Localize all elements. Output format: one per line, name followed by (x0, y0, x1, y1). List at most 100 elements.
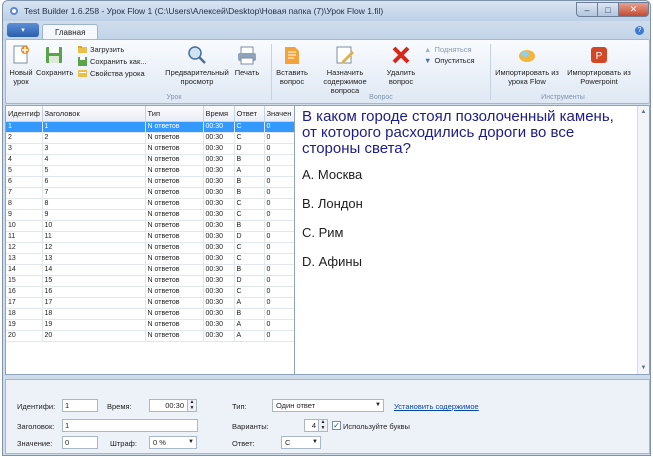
table-cell: N ответов (145, 209, 204, 221)
import-ppt-button[interactable]: P Импортировать из Powerpoint (564, 44, 634, 86)
table-row[interactable]: 14 14 N ответов 00:30 B 0 (6, 264, 294, 276)
table-row[interactable]: 33N ответов 00:30 D 0 (6, 143, 294, 155)
table-row[interactable]: 22N ответов 00:30 C 0 (6, 132, 294, 144)
table-row[interactable]: 44N ответов 00:30 B 0 (6, 154, 294, 166)
table-cell: N ответов (145, 330, 204, 342)
type-label: Тип: (232, 402, 247, 411)
move-down-button[interactable]: ▼ Опуститься (424, 56, 475, 65)
table-cell: 00:30 (203, 220, 235, 232)
help-icon[interactable]: ? (635, 26, 644, 35)
save-as-button[interactable]: Сохранить как... (78, 57, 147, 66)
variants-spinner-icon[interactable]: ▲ ▼ (318, 419, 327, 431)
title-bar[interactable]: Test Builder 1.6.258 - Урок Flow 1 (C:\U… (3, 1, 650, 21)
time-field[interactable]: 00:30 ▲ ▼ (149, 399, 197, 412)
print-button[interactable]: Печать (232, 44, 262, 77)
table-row[interactable]: 99N ответов 00:30 C 0 (6, 209, 294, 221)
column-header[interactable]: Тип (145, 106, 204, 122)
title-field[interactable]: 1 (62, 419, 198, 432)
table-cell: 00:30 (203, 198, 235, 210)
column-header[interactable]: Значен (264, 106, 294, 122)
table-cell: A (234, 319, 265, 331)
table-row[interactable]: 66N ответов 00:30 B 0 (6, 176, 294, 188)
scroll-down-icon[interactable]: ▼ (638, 362, 649, 374)
table-row[interactable]: 13 13 N ответов 00:30 C 0 (6, 253, 294, 265)
penalty-select[interactable]: 0 % ▼ (149, 436, 197, 449)
use-letters-checkbox[interactable]: ✓ (332, 421, 341, 430)
import-flow-button[interactable]: Импортировать из урока Flow (492, 44, 562, 86)
table-cell: 14 (42, 264, 146, 276)
table-row[interactable]: 11N ответов 00:30 C 0 (6, 121, 294, 133)
table-row[interactable]: 19 19 N ответов 00:30 A 0 (6, 319, 294, 331)
close-button[interactable]: ✕ (619, 2, 649, 17)
variants-field[interactable]: 4 ▲ ▼ (304, 419, 328, 432)
delete-question-button[interactable]: Удалить вопрос (384, 44, 418, 86)
value-field[interactable]: 0 (62, 436, 98, 449)
save-label: Сохранить (36, 68, 74, 77)
table-cell: 0 (264, 209, 294, 221)
table-cell: 2 (42, 132, 146, 144)
id-field[interactable]: 1 (62, 399, 98, 412)
table-cell: 00:30 (203, 187, 235, 199)
table-cell: N ответов (145, 264, 204, 276)
table-cell: 1 (42, 121, 146, 133)
answer-select[interactable]: C ▼ (281, 436, 321, 449)
table-cell: A (234, 297, 265, 309)
move-up-button[interactable]: ▲ Подняться (424, 45, 472, 54)
table-row[interactable]: 12 12 N ответов 00:30 C 0 (6, 242, 294, 254)
maximize-button[interactable]: □ (598, 2, 619, 17)
table-row[interactable]: 15 15 N ответов 00:30 D 0 (6, 275, 294, 287)
insert-question-button[interactable]: Вставить вопрос (276, 44, 308, 86)
type-select[interactable]: Один ответ ▼ (272, 399, 384, 412)
preview-scrollbar[interactable]: ▲ ▼ (637, 106, 649, 374)
save-button[interactable]: Сохранить (36, 44, 74, 77)
table-cell: N ответов (145, 308, 204, 320)
answer-c: C. Рим (302, 225, 344, 240)
lesson-props-button[interactable]: Свойства урока (78, 69, 145, 78)
preview-button[interactable]: Предварительный просмотр (164, 44, 230, 86)
table-row[interactable]: 16 16 N ответов 00:30 C 0 (6, 286, 294, 298)
load-label: Загрузить (90, 45, 125, 54)
assign-content-button[interactable]: Назначить содержимое вопроса (310, 44, 380, 95)
delete-icon (392, 46, 410, 64)
table-row[interactable]: 17 17 N ответов 00:30 A 0 (6, 297, 294, 309)
table-cell: 3 (6, 143, 43, 155)
table-cell: N ответов (145, 198, 204, 210)
arrow-up-icon: ▲ (424, 45, 432, 54)
table-cell: D (234, 231, 265, 243)
column-header[interactable]: Идентиф (6, 106, 43, 122)
column-header[interactable]: Заголовок (42, 106, 146, 122)
tab-home[interactable]: Главная (42, 24, 99, 40)
group-lesson-label: Урок (166, 94, 182, 101)
table-cell: 00:30 (203, 253, 235, 265)
question-grid[interactable]: Идентиф Заголовок Тип Время Ответ Значен 11N … (6, 106, 295, 374)
table-cell: N ответов (145, 242, 204, 254)
answer-a: A. Москва (302, 167, 363, 182)
table-cell: 20 (42, 330, 146, 342)
save-as-label: Сохранить как... (90, 57, 147, 66)
main-area: Идентиф Заголовок Тип Время Ответ Значен 11N … (5, 105, 650, 375)
set-content-link[interactable]: Установить содержимое (394, 402, 479, 411)
minimize-button[interactable]: – (576, 2, 598, 17)
table-row[interactable]: 18 18 N ответов 00:30 B 0 (6, 308, 294, 320)
load-button[interactable]: Загрузить (78, 45, 124, 54)
table-cell: 00:30 (203, 275, 235, 287)
table-row[interactable]: 55N ответов 00:30 A 0 (6, 165, 294, 177)
table-row[interactable]: 11 11 N ответов 00:30 D 0 (6, 231, 294, 243)
column-header[interactable]: Ответ (234, 106, 265, 122)
table-cell: A (234, 330, 265, 342)
table-row[interactable]: 88N ответов 00:30 C 0 (6, 198, 294, 210)
table-cell: N ответов (145, 165, 204, 177)
scroll-up-icon[interactable]: ▲ (638, 106, 649, 118)
table-cell: N ответов (145, 286, 204, 298)
table-row[interactable]: 20 20 N ответов 00:30 A 0 (6, 330, 294, 342)
table-cell: 6 (42, 176, 146, 188)
print-label: Печать (234, 68, 260, 77)
app-menu-button[interactable]: ▾ (7, 23, 39, 37)
table-row[interactable]: 10 10 N ответов 00:30 B 0 (6, 220, 294, 232)
column-header[interactable]: Время (203, 106, 235, 122)
lesson-props-label: Свойства урока (90, 69, 145, 78)
new-lesson-button[interactable]: Новый урок (9, 44, 33, 86)
table-cell: N ответов (145, 253, 204, 265)
time-spinner-icon[interactable]: ▲ ▼ (187, 399, 196, 411)
table-row[interactable]: 77N ответов 00:30 B 0 (6, 187, 294, 199)
